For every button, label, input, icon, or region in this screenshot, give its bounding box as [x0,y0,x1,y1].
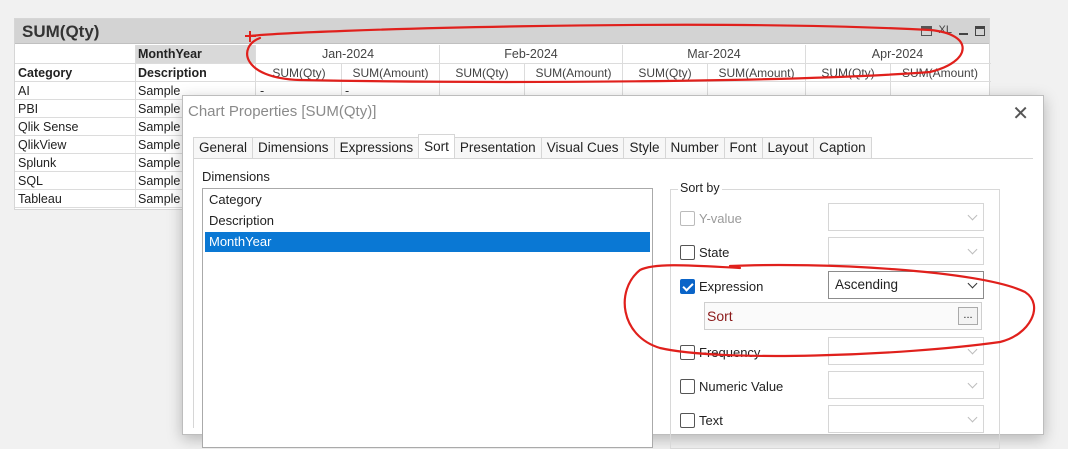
month-header[interactable]: Apr-2024 [806,45,989,63]
object-title: SUM(Qty) [22,22,100,41]
expression-checkbox[interactable] [680,278,695,294]
dimensions-label: Dimensions [202,169,270,184]
expression-header: SUM(Amount) [352,66,429,80]
numeric-value-option: Numeric Value [680,376,783,396]
state-label: State [699,244,730,260]
tab-presentation[interactable]: Presentation [453,137,542,159]
month-header[interactable]: Mar-2024 [623,45,805,63]
sort-expression-text: Sort [707,308,733,324]
category-cell[interactable]: Splunk [15,154,135,172]
category-cell[interactable]: PBI [15,100,135,118]
text-label: Text [699,412,723,428]
category-cell[interactable]: QlikView [15,136,135,154]
expression-header: SUM(Qty) [272,66,326,80]
y-value-checkbox[interactable] [680,210,695,226]
sort-by-label: Sort by [678,181,722,195]
expression-header: SUM(Amount) [901,66,978,80]
tab-layout[interactable]: Layout [761,137,815,159]
category-cell[interactable]: AI [15,82,135,100]
month-header[interactable]: Jan-2024 [257,45,439,63]
description-dimension-header[interactable]: Description [135,64,255,82]
expression-header: SUM(Amount) [718,66,795,80]
category-cell[interactable]: Qlik Sense [15,118,135,136]
y-value-option: Y-value [680,208,742,228]
month-header[interactable]: Feb-2024 [440,45,622,63]
maximize-icon[interactable] [975,25,985,36]
numeric-value-dropdown[interactable] [828,371,984,399]
expression-label: Expression [699,278,764,294]
frequency-checkbox[interactable] [680,344,695,360]
state-checkbox[interactable] [680,244,695,260]
numeric-value-checkbox[interactable] [680,378,695,394]
minimize-icon[interactable] [959,32,968,35]
chevron-down-icon [967,344,978,355]
tab-sort[interactable]: Sort [418,134,455,158]
dimension-item-selected[interactable]: MonthYear [205,232,650,252]
tab-number[interactable]: Number [664,137,725,159]
sort-expression-field[interactable]: Sort ... [704,302,982,330]
tab-general[interactable]: General [193,137,254,159]
text-checkbox[interactable] [680,412,695,428]
frequency-dropdown[interactable] [828,337,984,365]
chevron-down-icon [967,210,978,221]
expression-editor-button[interactable]: ... [958,307,978,325]
tab-expressions[interactable]: Expressions [333,137,420,159]
chevron-down-icon [967,412,978,423]
chart-properties-dialog: Chart Properties [SUM(Qty)] ✕ General Di… [182,95,1044,449]
chevron-down-icon [967,278,978,289]
print-icon[interactable] [920,25,932,36]
numeric-value-label: Numeric Value [699,378,784,394]
dimension-item[interactable]: Category [205,190,650,210]
expression-order-value: Ascending [835,277,899,292]
tab-style[interactable]: Style [623,137,666,159]
tab-font[interactable]: Font [723,137,763,159]
dimension-item[interactable]: Description [205,211,650,231]
close-icon[interactable]: ✕ [1012,101,1029,126]
dialog-title: Chart Properties [SUM(Qty)] [188,103,377,120]
chevron-down-icon [967,378,978,389]
state-option: State [680,242,729,262]
y-value-label: Y-value [699,210,742,226]
xl-icon[interactable]: XL [939,24,952,37]
dimensions-list[interactable]: Category Description MonthYear [202,188,653,448]
tab-visual-cues[interactable]: Visual Cues [540,137,625,159]
frequency-label: Frequency [699,344,761,360]
expression-header: SUM(Qty) [455,66,509,80]
text-option: Text [680,410,723,430]
category-cell[interactable]: SQL [15,172,135,190]
expression-order-dropdown[interactable]: Ascending [828,271,984,299]
object-caption-bar: SUM(Qty) XL [15,19,989,44]
expression-header: SUM(Qty) [821,66,875,80]
category-cell[interactable]: Tableau [15,190,135,208]
state-dropdown[interactable] [828,237,984,265]
tab-bar: General Dimensions Expressions Sort Pres… [193,134,872,159]
tab-dimensions[interactable]: Dimensions [252,137,335,159]
expression-option: Expression [680,276,763,296]
tab-caption[interactable]: Caption [813,137,872,159]
month-dimension-header[interactable]: MonthYear [135,45,255,63]
chevron-down-icon [967,244,978,255]
category-dimension-header[interactable]: Category [15,64,135,82]
expression-header: SUM(Qty) [638,66,692,80]
text-dropdown[interactable] [828,405,984,433]
y-value-dropdown[interactable] [828,203,984,231]
expression-header: SUM(Amount) [535,66,612,80]
caption-icons: XL [920,24,985,37]
frequency-option: Frequency [680,342,760,362]
